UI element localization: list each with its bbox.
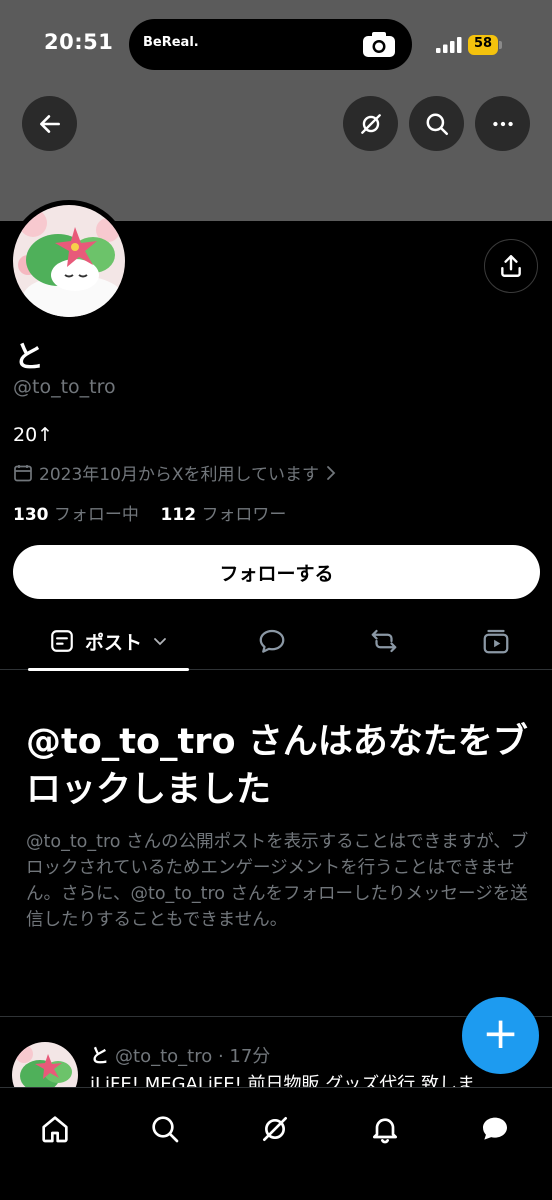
profile-handle: @to_to_tro [13, 376, 116, 398]
chevron-down-icon [154, 638, 166, 646]
compose-button[interactable]: + [462, 997, 539, 1074]
tab-posts[interactable]: ポスト [28, 612, 189, 671]
block-notice-title: @to_to_tro さんはあなたをブロックしました [26, 722, 528, 810]
search-icon [426, 113, 448, 135]
block-notice-description: @to_to_tro さんの公開ポストを表示することはできますが、ブロックされて… [26, 832, 529, 930]
camera-icon [362, 31, 396, 58]
reply-icon [259, 629, 285, 653]
grok-icon [360, 113, 381, 134]
back-button[interactable] [22, 96, 77, 151]
followers-count: 112 [160, 505, 197, 525]
battery-tip [499, 41, 502, 49]
tab-replies[interactable] [244, 612, 300, 670]
messages-icon [483, 1117, 507, 1140]
post-author-name: と [90, 1045, 110, 1067]
nav-messages[interactable] [467, 1101, 523, 1157]
profile-avatar[interactable] [8, 200, 130, 322]
battery-indicator: 58 [468, 35, 502, 55]
plus-icon: + [482, 1007, 519, 1059]
tab-posts-label: ポスト [84, 631, 142, 654]
profile-bio: 20↑ [13, 424, 54, 446]
tab-media[interactable] [468, 612, 524, 670]
joined-date-text: 2023年10月からXを利用しています [39, 465, 320, 485]
posts-icon [51, 630, 73, 652]
status-time: 20:51 [44, 30, 114, 54]
followers-label: フォロワー [201, 505, 287, 525]
share-icon [501, 255, 521, 277]
following-link[interactable]: 130 フォロー中 [13, 505, 139, 525]
battery-level: 58 [473, 36, 493, 51]
post-avatar[interactable] [12, 1042, 78, 1087]
repost-icon [371, 629, 397, 653]
search-icon [152, 1116, 179, 1143]
signal-icon [436, 37, 462, 53]
post-handle-time: @to_to_tro · 17分 [115, 1046, 271, 1067]
tab-active-indicator [28, 668, 189, 671]
more-button[interactable] [475, 96, 530, 151]
home-icon [42, 1116, 68, 1143]
nav-search[interactable] [137, 1101, 193, 1157]
calendar-icon [14, 464, 32, 481]
nav-grok[interactable] [247, 1101, 303, 1157]
grok-icon [263, 1117, 287, 1141]
follow-button[interactable]: フォローする [13, 545, 540, 599]
search-button[interactable] [409, 96, 464, 151]
nav-notifications[interactable] [357, 1101, 413, 1157]
following-label: フォロー中 [53, 505, 139, 525]
status-bar: 20:51 BeReal. 58 [0, 0, 552, 90]
bottom-nav [0, 1087, 552, 1200]
dynamic-island: BeReal. [129, 19, 412, 70]
following-count: 130 [13, 505, 49, 525]
grok-button[interactable] [343, 96, 398, 151]
share-button[interactable] [484, 239, 538, 293]
joined-date[interactable]: 2023年10月からXを利用しています [13, 460, 337, 485]
nav-home[interactable] [27, 1101, 83, 1157]
tab-reposts[interactable] [356, 612, 412, 670]
avatar-image [13, 205, 125, 317]
more-icon [492, 121, 513, 126]
followers-link[interactable]: 112 フォロワー [161, 505, 287, 525]
island-app-label: BeReal. [143, 35, 199, 50]
profile-tabs: ポスト [0, 612, 552, 671]
profile-display-name: と [14, 340, 44, 375]
follow-stats: 130 フォロー中 112 フォロワー [13, 500, 286, 525]
post-text: iLiFE! MEGALiFE! 前日物販 グッズ代行 致しま [90, 1074, 475, 1087]
post-header: と @to_to_tro · 17分 [90, 1041, 270, 1068]
chevron-right-icon [327, 465, 336, 480]
notifications-icon [373, 1118, 397, 1144]
arrow-left-icon [39, 114, 60, 133]
video-icon [483, 629, 509, 654]
